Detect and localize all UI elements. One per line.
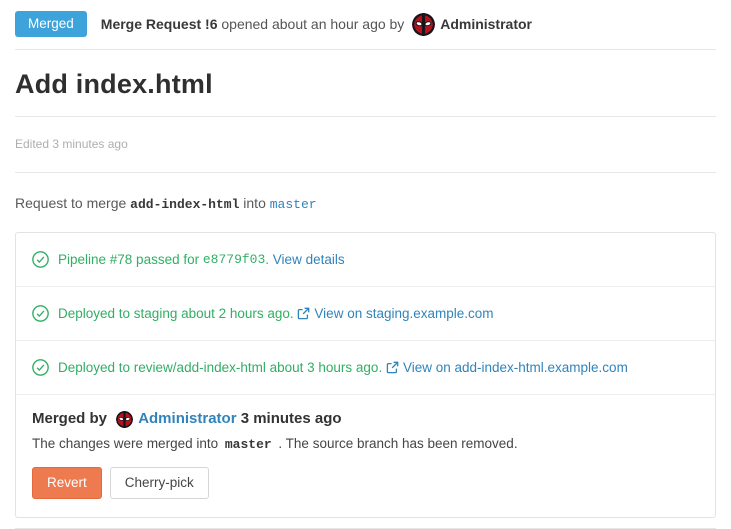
avatar-image — [412, 13, 435, 36]
merged-target-branch: master — [225, 437, 272, 452]
merged-by-section: Merged by Administrator 3 minutes ago Th… — [16, 395, 715, 517]
request-to-merge-line: Request to merge add-index-html into mas… — [15, 173, 716, 232]
pipeline-separator: . — [265, 252, 273, 267]
deployment-row-review: Deployed to review/add-index-html about … — [16, 341, 715, 395]
merger-name-link[interactable]: Administrator — [138, 410, 236, 427]
merger-avatar[interactable] — [116, 411, 133, 428]
view-details-link[interactable]: View details — [273, 252, 345, 267]
check-circle-icon — [32, 251, 49, 268]
merged-time: 3 minutes ago — [237, 410, 342, 427]
mr-opened-text: opened about an hour ago by — [217, 16, 408, 32]
edited-timestamp: Edited 3 minutes ago — [15, 117, 716, 173]
mr-header: Merged Merge Request !6 opened about an … — [15, 0, 716, 50]
merged-actions: Revert Cherry-pick — [32, 467, 699, 499]
cherry-pick-button[interactable]: Cherry-pick — [110, 467, 209, 499]
pipeline-commit-sha: e8779f03 — [203, 252, 265, 267]
request-into: into — [239, 195, 269, 211]
merged-body-prefix: The changes were merged into — [32, 436, 222, 451]
merged-body-text: The changes were merged into master . Th… — [32, 436, 699, 452]
merge-request-page: Merged Merge Request !6 opened about an … — [0, 0, 731, 529]
mr-status-widget: Pipeline #78 passed for e8779f03. View d… — [15, 232, 716, 518]
mr-header-summary: Merge Request !6 opened about an hour ag… — [101, 13, 532, 36]
external-link-icon — [297, 307, 310, 320]
merged-body-suffix: . The source branch has been removed. — [275, 436, 518, 451]
deployment-link-text: View on staging.example.com — [314, 306, 493, 321]
deployment-row-staging: Deployed to staging about 2 hours ago. V… — [16, 287, 715, 341]
mr-title: Add index.html — [15, 50, 716, 117]
merge-status-badge: Merged — [15, 11, 87, 37]
deployment-text: Deployed to staging about 2 hours ago. — [58, 306, 297, 321]
deployment-link-text: View on add-index-html.example.com — [403, 360, 628, 375]
request-prefix: Request to merge — [15, 195, 130, 211]
author-avatar[interactable] — [412, 13, 435, 36]
pipeline-text: Pipeline #78 passed for — [58, 252, 203, 267]
revert-button[interactable]: Revert — [32, 467, 102, 499]
merged-by-prefix: Merged by — [32, 410, 111, 427]
view-on-review-link[interactable]: View on add-index-html.example.com — [386, 360, 628, 375]
mr-reference: Merge Request !6 — [101, 16, 218, 32]
author-name-link[interactable]: Administrator — [440, 16, 532, 32]
pipeline-status-row: Pipeline #78 passed for e8779f03. View d… — [16, 233, 715, 287]
check-circle-icon — [32, 359, 49, 376]
merged-by-heading: Merged by Administrator 3 minutes ago — [32, 410, 699, 427]
avatar-image — [116, 411, 133, 428]
external-link-icon — [386, 361, 399, 374]
check-circle-icon — [32, 305, 49, 322]
source-branch-label: add-index-html — [130, 197, 239, 212]
deployment-text: Deployed to review/add-index-html about … — [58, 360, 386, 375]
view-on-staging-link[interactable]: View on staging.example.com — [297, 306, 493, 321]
target-branch-link[interactable]: master — [270, 197, 317, 212]
